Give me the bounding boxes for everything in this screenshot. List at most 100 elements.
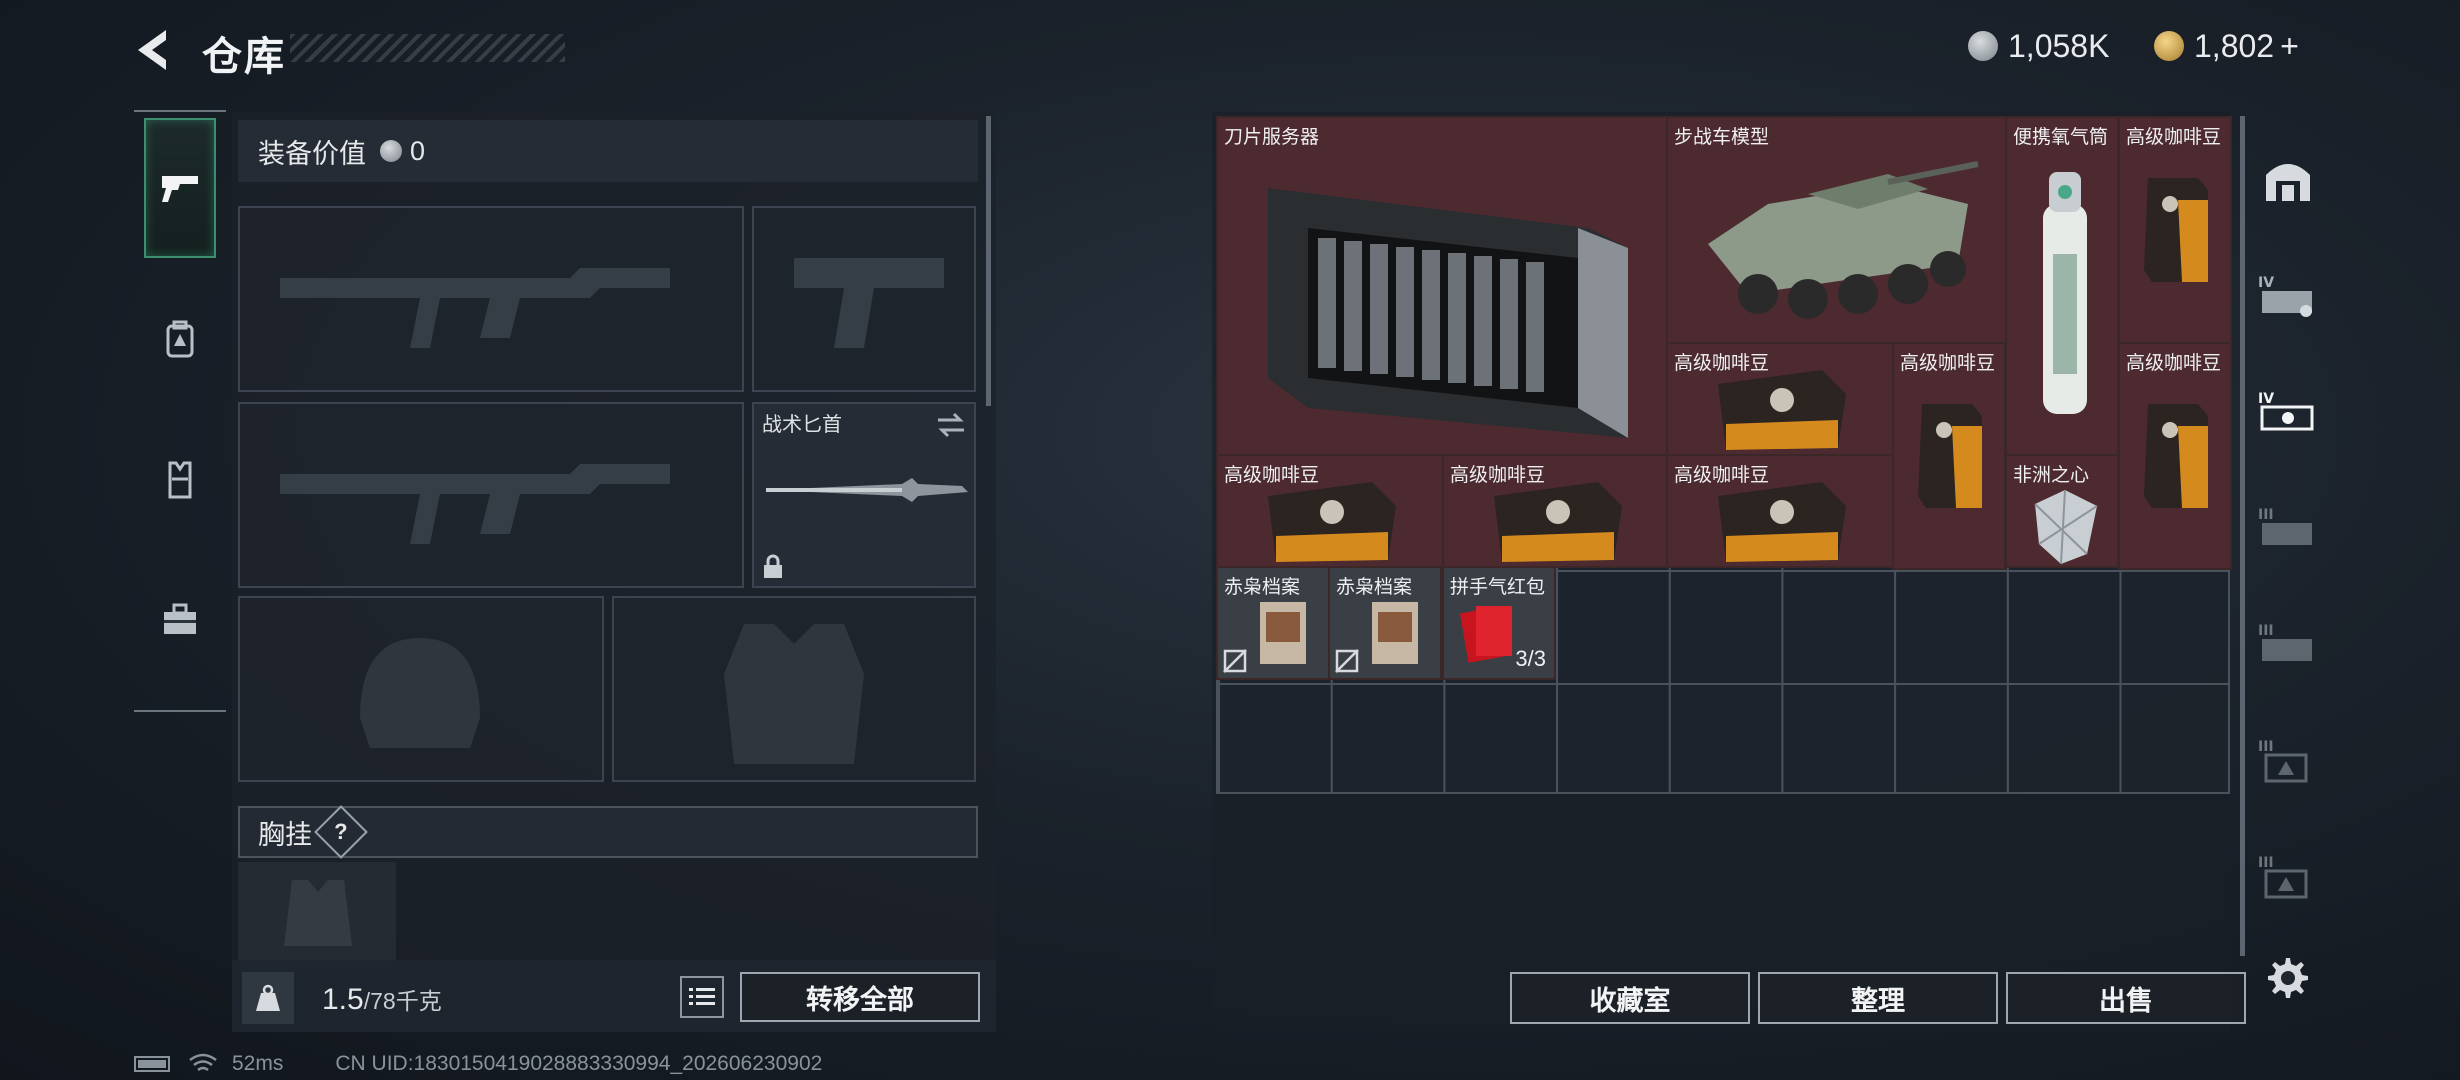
svg-text:III: III xyxy=(2258,623,2274,639)
gold-coin-icon xyxy=(2154,31,2184,61)
svg-text:III: III xyxy=(2258,855,2274,871)
item-label: 高级咖啡豆 xyxy=(1900,353,1996,374)
coffee-beans-item[interactable]: 高级咖啡豆 xyxy=(1442,454,1670,568)
coffee-bag-icon xyxy=(1918,404,1982,508)
pistol-slot[interactable] xyxy=(752,206,976,392)
heart-of-africa-item[interactable]: 非洲之心 xyxy=(2005,454,2119,568)
organize-button[interactable]: 整理 xyxy=(1758,972,1998,1024)
tab-divider xyxy=(134,710,226,712)
swap-icon[interactable] xyxy=(936,412,966,438)
storage-box-iii-icon: III xyxy=(2258,739,2308,783)
pistol-placeholder-icon xyxy=(794,258,944,348)
tab-storage-iii-d[interactable]: III xyxy=(2252,826,2324,926)
coffee-bag-icon xyxy=(2144,178,2208,282)
knife-label: 战术匕首 xyxy=(762,414,842,436)
scrollbar[interactable] xyxy=(986,116,991,406)
back-arrow-icon[interactable] xyxy=(132,26,172,74)
current-weight: 1.5 xyxy=(322,983,364,1016)
tab-storage-all[interactable] xyxy=(2252,130,2324,230)
tab-backpack[interactable] xyxy=(144,270,216,410)
silver-coin-icon xyxy=(380,140,402,162)
tab-storage-iii-a[interactable]: III xyxy=(2252,478,2324,578)
equipment-tabs xyxy=(134,110,226,710)
helmet-slot[interactable] xyxy=(238,596,604,782)
oxygen-tank-item[interactable]: 便携氧气筒 xyxy=(2005,116,2119,456)
tab-storage-iii-b[interactable]: III xyxy=(2252,594,2324,694)
storage-category-tabs: IV IV III III III III xyxy=(2252,116,2324,966)
red-owl-file-item[interactable]: 赤枭档案 xyxy=(1328,566,1442,680)
tab-storage-iv-a[interactable]: IV xyxy=(2252,246,2324,346)
secondary-weapon-slot[interactable] xyxy=(238,402,744,588)
blade-server-icon xyxy=(1268,188,1628,438)
equipment-value-label: 装备价值 xyxy=(258,138,366,169)
coffee-bag-icon xyxy=(1494,482,1622,562)
item-label: 拼手气红包 xyxy=(1450,577,1546,598)
coffee-beans-item[interactable]: 高级咖啡豆 xyxy=(1216,454,1444,568)
chest-rig-label: 胸挂 xyxy=(258,819,312,850)
coffee-beans-item[interactable]: 高级咖啡豆 xyxy=(2118,342,2232,570)
item-label: 便携氧气筒 xyxy=(2013,127,2109,148)
wifi-icon xyxy=(189,1053,217,1072)
storage-box-iv-icon: IV xyxy=(2258,275,2312,317)
page-title: 仓库 xyxy=(202,35,286,79)
list-icon xyxy=(689,988,715,1005)
ping: 52ms xyxy=(232,1052,284,1075)
chest-rig-placeholder-icon xyxy=(284,880,352,946)
ifv-model-item[interactable]: 步战车模型 xyxy=(1666,116,2007,344)
item-count: 3/3 xyxy=(1515,646,1546,671)
helmet-placeholder-icon xyxy=(360,638,480,748)
transfer-all-button[interactable]: 转移全部 xyxy=(740,972,980,1022)
coffee-beans-item[interactable]: 高级咖啡豆 xyxy=(1666,342,1894,456)
rifle-placeholder-icon xyxy=(280,464,670,544)
sell-button[interactable]: 出售 xyxy=(2006,972,2246,1024)
item-label: 非洲之心 xyxy=(2013,465,2090,486)
toolbox-icon xyxy=(164,603,196,634)
tab-storage-iv-b[interactable]: IV xyxy=(2252,362,2324,462)
scrollbar[interactable] xyxy=(2240,116,2245,956)
warehouse-icon xyxy=(2266,164,2310,201)
title-decoration xyxy=(290,34,565,62)
add-currency-button[interactable]: + xyxy=(2280,28,2299,65)
body-armor-slot[interactable] xyxy=(612,596,976,782)
primary-weapon-slot[interactable] xyxy=(238,206,744,392)
armor-placeholder-icon xyxy=(724,624,864,764)
chest-rig-slot[interactable] xyxy=(238,862,396,962)
tab-storage-iii-c[interactable]: III xyxy=(2252,710,2324,810)
coffee-beans-item[interactable]: 高级咖啡豆 xyxy=(2118,116,2232,344)
settings-gear-icon[interactable] xyxy=(2264,954,2308,998)
no-trade-icon xyxy=(1335,649,1359,673)
silver-amount: 1,058K xyxy=(2008,27,2110,64)
blade-server-item[interactable]: 刀片服务器 xyxy=(1216,116,1668,456)
rifle-placeholder-icon xyxy=(280,268,670,348)
help-button[interactable]: ? xyxy=(314,805,368,859)
list-view-button[interactable] xyxy=(680,976,724,1018)
vest-icon xyxy=(168,461,192,499)
melee-slot[interactable]: 战术匕首 xyxy=(752,402,976,588)
silver-currency[interactable]: 1,058K xyxy=(1968,26,2109,66)
svg-text:III: III xyxy=(2258,507,2274,523)
storage-box-iii-icon: III xyxy=(2258,507,2312,545)
red-owl-file-item[interactable]: 赤枭档案 xyxy=(1216,566,1330,680)
gold-currency[interactable]: 1,802 + xyxy=(2154,26,2299,66)
collection-room-button[interactable]: 收藏室 xyxy=(1510,972,1750,1024)
weight-icon xyxy=(242,972,294,1024)
help-icon: ? xyxy=(334,818,348,844)
pistol-icon xyxy=(162,176,198,202)
coffee-bag-icon xyxy=(1718,370,1846,450)
armored-vehicle-icon xyxy=(1708,161,1979,319)
item-label: 赤枭档案 xyxy=(1224,577,1301,598)
uid: CN UID:1830150419028883330994_2026062309… xyxy=(335,1052,823,1075)
storage-box-iv-icon: IV xyxy=(2258,391,2314,431)
tab-toolbox[interactable] xyxy=(144,550,216,690)
tab-armor[interactable] xyxy=(144,410,216,550)
tactical-knife-icon xyxy=(766,478,968,502)
tab-weapons[interactable] xyxy=(144,118,216,258)
coffee-bag-icon xyxy=(1718,482,1846,562)
svg-text:III: III xyxy=(2258,739,2274,755)
coffee-beans-item[interactable]: 高级咖啡豆 xyxy=(1892,342,2006,570)
storage-box-iii-icon: III xyxy=(2258,855,2308,899)
red-envelope-item[interactable]: 拼手气红包 3/3 xyxy=(1442,566,1556,680)
status-bar: 52ms CN UID:1830150419028883330994_20260… xyxy=(134,1052,822,1076)
coffee-beans-item[interactable]: 高级咖啡豆 xyxy=(1666,454,1894,568)
equipment-value: 0 xyxy=(410,135,426,166)
